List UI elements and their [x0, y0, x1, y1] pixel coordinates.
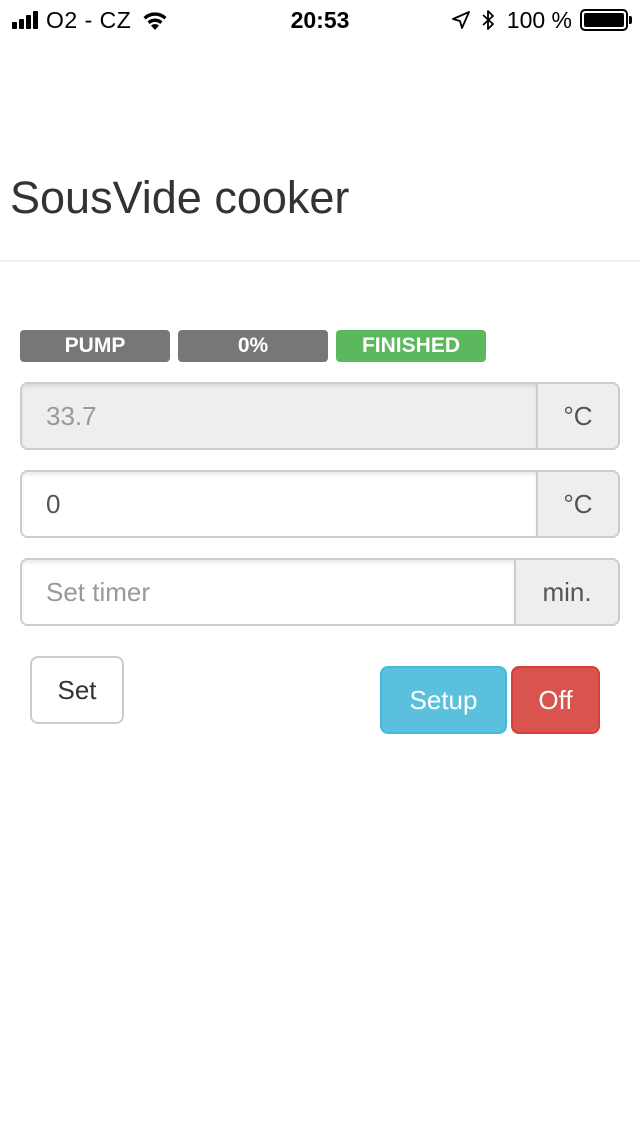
- current-temp-group: °C: [20, 382, 620, 450]
- status-bar: O2 - CZ 20:53 100 %: [0, 0, 640, 40]
- timer-input[interactable]: [22, 560, 514, 624]
- target-temp-input[interactable]: [22, 472, 536, 536]
- timer-unit: min.: [514, 560, 618, 624]
- state-label: FINISHED: [336, 330, 486, 362]
- power-label: 0%: [178, 330, 328, 362]
- bluetooth-icon: [482, 10, 494, 30]
- battery-percentage: 100 %: [506, 6, 572, 33]
- target-temp-group: °C: [20, 470, 620, 538]
- timer-group: min.: [20, 558, 620, 626]
- status-right: 100 %: [451, 6, 632, 34]
- page-title: SousVide cooker: [10, 172, 350, 223]
- current-temp-field: [22, 384, 536, 448]
- current-temp-unit: °C: [536, 384, 618, 448]
- set-button[interactable]: Set: [30, 656, 124, 724]
- target-temp-unit: °C: [536, 472, 618, 536]
- status-labels: PUMP 0% FINISHED: [20, 330, 494, 362]
- setup-button[interactable]: Setup: [380, 666, 507, 734]
- pump-label: PUMP: [20, 330, 170, 362]
- header-divider: [0, 260, 640, 262]
- off-button[interactable]: Off: [511, 666, 600, 734]
- location-icon: [451, 11, 470, 29]
- battery-icon: [580, 9, 632, 31]
